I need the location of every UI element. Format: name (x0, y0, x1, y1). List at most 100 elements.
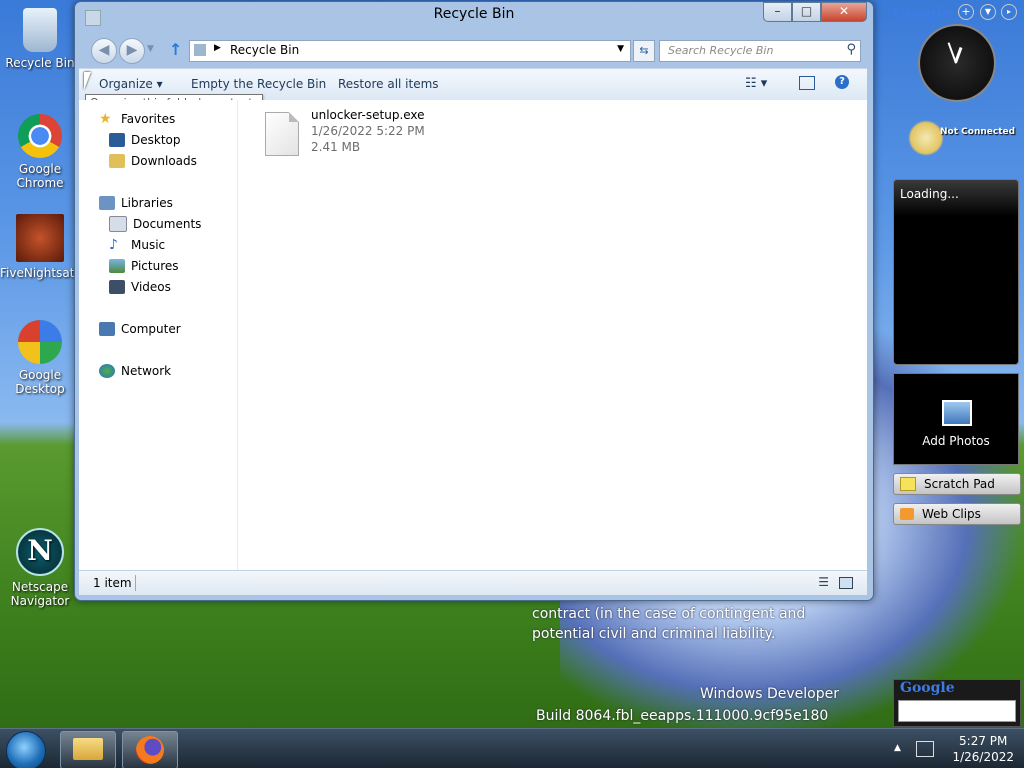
maximize-button[interactable]: □ (792, 2, 821, 22)
nav-documents[interactable]: Documents (109, 215, 201, 233)
address-text: Recycle Bin (230, 43, 300, 57)
downloads-icon (109, 154, 125, 168)
search-icon[interactable]: ⚲ (846, 42, 856, 57)
desktop-icon-label: Google Desktop (15, 368, 65, 396)
details-view-icon[interactable]: ☰ (818, 575, 829, 589)
change-view-button[interactable]: ☷ ▾ (745, 76, 767, 91)
desktop-icon-fnaf[interactable]: FiveNightsat... (0, 214, 86, 280)
back-button[interactable]: ◀ (91, 38, 117, 64)
watermark-line-3: Windows Developer (700, 686, 839, 702)
mouse-cursor (84, 72, 91, 90)
desktop-icon-label: Netscape Navigator (10, 580, 70, 608)
start-button[interactable] (6, 731, 46, 768)
caption-buttons: – □ ✕ (763, 2, 867, 22)
news-loading-text: Loading... (900, 187, 959, 201)
up-arrow-icon[interactable]: ↑ (169, 40, 182, 59)
desktop-icon-label: Google Chrome (16, 162, 64, 190)
breadcrumb-arrow-icon[interactable]: ▶ (214, 43, 221, 53)
window-title: Recycle Bin (433, 6, 515, 22)
chrome-icon (18, 114, 62, 158)
nav-favorites[interactable]: ★ Favorites (99, 110, 175, 128)
file-item[interactable]: unlocker-setup.exe 1/26/2022 5:22 PM 2.4… (265, 108, 485, 168)
add-gadget-icon[interactable]: + (958, 4, 974, 20)
recent-pages-dropdown[interactable]: ▼ (147, 44, 154, 54)
taskbar-clock[interactable]: 5:27 PM 1/26/2022 (952, 733, 1014, 765)
nav-libraries[interactable]: Libraries (99, 194, 173, 212)
photos-gadget[interactable]: Add Photos (893, 373, 1019, 465)
netscape-icon: N (16, 528, 64, 576)
google-desktop-icon (18, 320, 62, 364)
network-tray-icon[interactable] (916, 741, 934, 757)
large-icons-view-icon[interactable] (839, 577, 853, 589)
watermark-line-2: potential civil and criminal liability. (532, 626, 776, 642)
nav-downloads[interactable]: Downloads (109, 152, 197, 170)
weather-sun-icon (908, 120, 944, 156)
add-photos-label: Add Photos (922, 434, 990, 448)
pictures-icon (109, 259, 125, 273)
folder-icon (73, 738, 103, 760)
file-name: unlocker-setup.exe (311, 108, 425, 122)
nav-computer[interactable]: Computer (99, 320, 181, 338)
nav-label: Pictures (131, 259, 179, 273)
google-search-logo: Google (900, 680, 955, 696)
web-clips-label: Web Clips (922, 507, 981, 521)
tray-overflow-icon[interactable]: ▲ (894, 743, 901, 753)
nav-label: Documents (133, 217, 202, 231)
search-box[interactable]: Search Recycle Bin ⚲ (659, 40, 861, 62)
address-dropdown-icon[interactable]: ▼ (617, 44, 624, 54)
firefox-icon (136, 736, 164, 764)
clock-hour-hand (954, 46, 963, 63)
google-gadgets-logo: Google (893, 4, 952, 22)
refresh-button[interactable]: ⇆ (633, 40, 655, 62)
weather-status: Not Connected (940, 127, 1016, 137)
taskbar-firefox-button[interactable] (122, 731, 178, 768)
organize-button[interactable]: Organize ▾ (99, 77, 163, 91)
nav-label: Downloads (131, 154, 197, 168)
minimize-button[interactable]: – (763, 2, 792, 22)
address-bar[interactable]: ▶ Recycle Bin ▼ (189, 40, 631, 62)
nav-label: Music (131, 238, 166, 252)
sidebar-menu-icon[interactable]: ▼ (980, 4, 996, 20)
search-input[interactable]: Search Recycle Bin (668, 44, 773, 57)
item-count: 1 item (93, 576, 132, 590)
nav-label: Videos (131, 280, 171, 294)
restore-all-items-button[interactable]: Restore all items (338, 77, 439, 91)
nav-label: Network (121, 364, 172, 378)
navigation-pane: ★ Favorites Desktop Downloads Libraries D… (79, 100, 238, 570)
libraries-icon (99, 196, 115, 210)
scratch-pad-gadget[interactable]: Scratch Pad (893, 473, 1021, 495)
fnaf-icon (16, 214, 64, 262)
forward-button[interactable]: ▶ (119, 38, 145, 64)
help-icon[interactable]: ? (835, 75, 849, 89)
close-button[interactable]: ✕ (821, 2, 867, 22)
web-clips-gadget[interactable]: Web Clips (893, 503, 1021, 525)
nav-network[interactable]: Network (99, 362, 171, 380)
nav-label: Libraries (121, 196, 173, 210)
desktop-icon-google-chrome[interactable]: Google Chrome (0, 114, 80, 190)
sidebar-collapse-icon[interactable]: ▸ (1001, 4, 1017, 20)
computer-icon (99, 322, 115, 336)
desktop-icon-google-desktop[interactable]: Google Desktop (0, 320, 80, 396)
preview-pane-button[interactable] (799, 76, 815, 90)
empty-recycle-bin-button[interactable]: Empty the Recycle Bin (191, 77, 326, 91)
file-size: 2.41 MB (311, 140, 361, 154)
nav-desktop[interactable]: Desktop (109, 131, 181, 149)
status-bar: 1 item ☰ (79, 570, 867, 595)
nav-music[interactable]: ♪ Music (109, 236, 165, 254)
navigation-bar: ◀ ▶ ▼ ↑ ▶ Recycle Bin ▼ ⇆ Search Recycle… (85, 36, 865, 64)
watermark-line-1: contract (in the case of contingent and (532, 606, 806, 622)
desktop-icon-recycle-bin[interactable]: Recycle Bin (0, 8, 80, 70)
google-search-input[interactable] (898, 700, 1016, 722)
scratch-pad-icon (900, 477, 916, 491)
nav-videos[interactable]: Videos (109, 278, 171, 296)
scratch-pad-label: Scratch Pad (924, 477, 995, 491)
desktop-icon-netscape[interactable]: N Netscape Navigator (0, 528, 80, 608)
news-gadget: Loading... (893, 179, 1019, 365)
nav-label: Computer (121, 322, 181, 336)
desktop-icon (109, 133, 125, 147)
taskbar-explorer-button[interactable] (60, 731, 116, 768)
network-icon (99, 364, 115, 378)
watermark-line-4: Build 8064.fbl_eeapps.111000.9cf95e180 (536, 708, 829, 724)
file-icon (265, 112, 299, 156)
nav-pictures[interactable]: Pictures (109, 257, 179, 275)
